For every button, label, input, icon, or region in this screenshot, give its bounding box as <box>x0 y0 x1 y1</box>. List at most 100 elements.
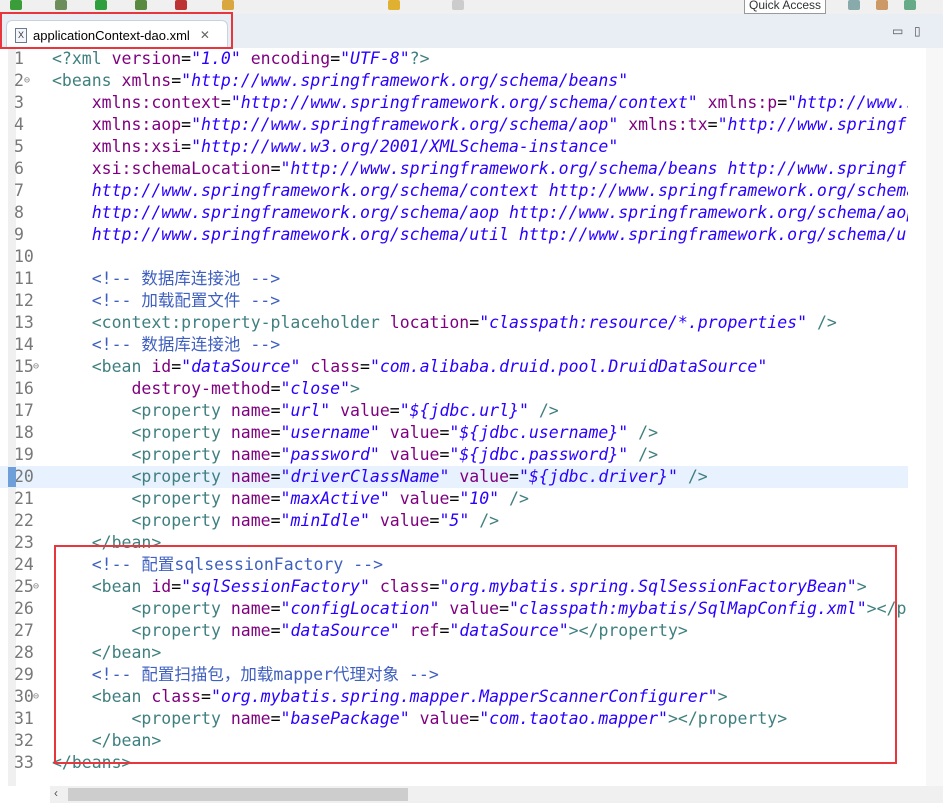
code-token: ref <box>409 621 440 640</box>
code-token: name <box>230 423 271 442</box>
code-token: "http://www.springframework.org/schema/t… <box>717 115 908 134</box>
play-icon[interactable] <box>95 0 107 10</box>
code-token: xmlns <box>121 71 172 90</box>
scrollbar-thumb[interactable] <box>68 788 408 801</box>
code-token: ></property> <box>866 599 908 618</box>
code-line[interactable]: 17 <property name="url" value="${jdbc.ur… <box>0 400 908 422</box>
back-icon[interactable] <box>388 0 400 10</box>
code-line[interactable]: 14 <!-- 数据库连接池 --> <box>0 334 908 356</box>
fold-toggle-icon[interactable]: ⊖ <box>33 686 39 708</box>
code-line[interactable]: 18 <property name="username" value="${jd… <box>0 422 908 444</box>
external-tools-icon[interactable] <box>135 0 147 10</box>
run-icon[interactable] <box>10 0 22 10</box>
code-token: = <box>707 115 718 134</box>
code-token: value <box>449 599 500 618</box>
code-line[interactable]: 19 <property name="password" value="${jd… <box>0 444 908 466</box>
code-token: /> <box>479 511 500 530</box>
code-token: /> <box>638 423 659 442</box>
code-token: "classpath:resource/*.properties" <box>479 313 808 332</box>
coverage-icon[interactable] <box>175 0 187 10</box>
code-line[interactable]: 15 ⊖ <bean id="dataSource" class="com.ali… <box>0 356 908 378</box>
code-line[interactable]: 9 http://www.springframework.org/schema/… <box>0 224 908 246</box>
quick-access-input[interactable]: Quick Access <box>744 0 826 14</box>
code-line[interactable]: 23 </bean> <box>0 532 908 554</box>
code-token: "http://www.springframework.org/schema/b… <box>181 71 629 90</box>
maximize-icon[interactable]: ▯ <box>914 24 921 38</box>
fold-toggle-icon[interactable]: ⊖ <box>33 576 39 598</box>
code-line[interactable]: 21 <property name="maxActive" value="10"… <box>0 488 908 510</box>
perspective-icon[interactable] <box>848 0 860 10</box>
code-token: = <box>270 599 281 618</box>
horizontal-scrollbar[interactable]: ‹ <box>50 786 943 803</box>
line-number: 7 <box>14 181 24 200</box>
close-icon[interactable]: ✕ <box>200 28 210 42</box>
code-line[interactable]: 25 ⊖ <bean id="sqlSessionFactory" class="… <box>0 576 908 598</box>
code-token: = <box>270 489 281 508</box>
scroll-left-icon[interactable]: ‹ <box>54 786 58 800</box>
debug-perspective-icon[interactable] <box>904 0 916 10</box>
code-line[interactable]: 8 http://www.springframework.org/schema/… <box>0 202 908 224</box>
code-token: name <box>230 445 271 464</box>
forward-icon[interactable] <box>452 0 464 10</box>
code-line[interactable]: 29 <!-- 配置扫描包，加载mapper代理对象 --> <box>0 664 908 686</box>
code-line[interactable]: 22 <property name="minIdle" value="5" /> <box>0 510 908 532</box>
code-line[interactable]: 24 <!-- 配置sqlsessionFactory --> <box>0 554 908 576</box>
code-token: value <box>459 467 510 486</box>
code-token: "dataSource" <box>280 621 400 640</box>
code-line[interactable]: 30 ⊖ <bean class="org.mybatis.spring.mapp… <box>0 686 908 708</box>
code-line[interactable]: 32 </bean> <box>0 730 908 752</box>
code-token: name <box>230 401 271 420</box>
code-line[interactable]: 13 <context:property-placeholder locatio… <box>0 312 908 334</box>
line-number: 9 <box>14 225 24 244</box>
code-line[interactable]: 3 xmlns:context="http://www.springframew… <box>0 92 908 114</box>
code-text: http://www.springframework.org/schema/co… <box>52 180 908 202</box>
code-line[interactable]: 28 </bean> <box>0 642 908 664</box>
tab-applicationcontext-dao[interactable]: X applicationContext-dao.xml ✕ <box>6 20 228 49</box>
code-token: = <box>270 423 281 442</box>
code-line[interactable]: 12 <!-- 加载配置文件 --> <box>0 290 908 312</box>
code-token: "dataSource" <box>181 357 301 376</box>
code-line[interactable]: 7 http://www.springframework.org/schema/… <box>0 180 908 202</box>
code-line[interactable]: 27 <property name="dataSource" ref="data… <box>0 620 908 642</box>
code-token: "http://www.springframework.org/schema/c… <box>230 93 698 112</box>
code-line[interactable]: 2 ⊖ <beans xmlns="http://www.springframewo… <box>0 70 908 92</box>
code-line[interactable]: 1 <?xml version="1.0" encoding="UTF-8"?> <box>0 48 908 70</box>
code-line[interactable]: 6 xsi:schemaLocation="http://www.springf… <box>0 158 908 180</box>
occurrence-marker <box>8 467 16 487</box>
code-text: <property name="minIdle" value="5" /> <box>52 510 499 532</box>
line-number: 21 <box>14 489 34 508</box>
code-line[interactable]: 31 <property name="basePackage" value="c… <box>0 708 908 730</box>
code-token: "org.mybatis.spring.mapper.MapperScanner… <box>210 687 718 706</box>
java-perspective-icon[interactable] <box>876 0 888 10</box>
vertical-scrollbar[interactable] <box>926 48 943 786</box>
code-line[interactable]: 26 <property name="configLocation" value… <box>0 598 908 620</box>
debug-icon[interactable] <box>55 0 67 10</box>
code-line[interactable]: 4 xmlns:aop="http://www.springframework.… <box>0 114 908 136</box>
code-token: ></property> <box>568 621 688 640</box>
line-number: 13 <box>14 313 34 332</box>
code-line[interactable]: 33 </beans> <box>0 752 908 774</box>
code-token: = <box>360 357 370 376</box>
fold-toggle-icon[interactable]: ⊖ <box>24 70 30 92</box>
minimize-icon[interactable]: ▭ <box>892 24 903 38</box>
xml-editor[interactable]: 1 <?xml version="1.0" encoding="UTF-8"?> 2… <box>0 48 943 786</box>
code-line[interactable]: 20 <property name="driverClassName" valu… <box>0 466 908 488</box>
code-line[interactable]: 10 <box>0 246 908 268</box>
line-number: 27 <box>14 621 34 640</box>
code-line[interactable]: 16 destroy-method="close"> <box>0 378 908 400</box>
code-token: = <box>777 93 788 112</box>
code-token: xsi:schemaLocation <box>91 159 271 178</box>
code-line[interactable]: 5 xmlns:xsi="http://www.w3.org/2001/XMLS… <box>0 136 908 158</box>
code-line[interactable]: 11 <!-- 数据库连接池 --> <box>0 268 908 290</box>
line-number: 11 <box>14 269 34 288</box>
open-folder-icon[interactable] <box>222 0 234 10</box>
fold-toggle-icon[interactable]: ⊖ <box>33 356 39 378</box>
